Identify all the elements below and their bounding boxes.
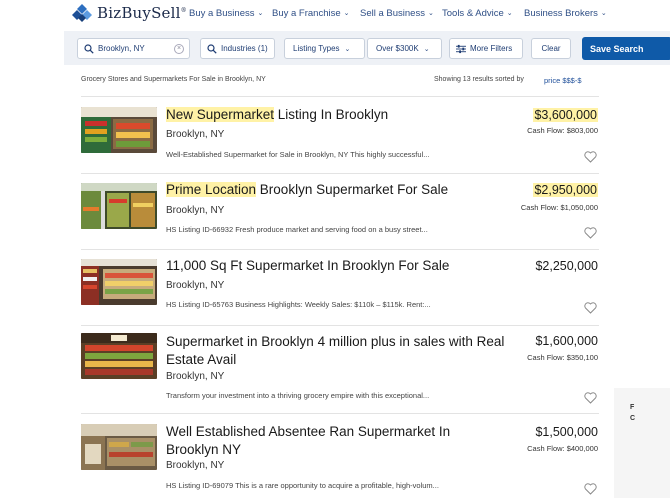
heart-icon[interactable]: [584, 226, 597, 239]
listing-thumbnail[interactable]: [81, 259, 157, 305]
title-text: Listing In Brooklyn: [274, 107, 389, 122]
nav-buy-a-business[interactable]: Buy a Business ⌄: [189, 8, 263, 19]
heart-icon[interactable]: [584, 391, 597, 404]
listing-location: Brooklyn, NY: [166, 205, 225, 216]
title-highlight: Prime Location: [166, 182, 257, 197]
listing-thumbnail[interactable]: [81, 107, 157, 153]
listing-price: $3,600,000: [533, 108, 598, 122]
title-text: Well Established Absentee Ran Supermarke…: [166, 424, 451, 457]
title-text: Supermarket in Brooklyn 4 million plus i…: [166, 334, 505, 367]
listing-description: HS Listing ID-65763 Business Highlights:…: [166, 300, 431, 309]
listing-thumbnail[interactable]: [81, 333, 157, 379]
listing-title[interactable]: New Supermarket Listing In Brooklyn: [166, 106, 516, 124]
save-search-label: Save Search: [590, 43, 644, 54]
listing-card[interactable]: Prime Location Brooklyn Supermarket For …: [81, 173, 599, 250]
location-value: Brooklyn, NY: [98, 44, 145, 53]
listing-price: $2,250,000: [535, 259, 598, 273]
sort-dropdown[interactable]: price $$$-$: [544, 76, 582, 85]
nav-business-brokers[interactable]: Business Brokers ⌄: [524, 8, 607, 19]
listing-thumbnail[interactable]: [81, 424, 157, 470]
save-search-button[interactable]: Save Search: [582, 37, 670, 60]
listing-card[interactable]: Well Established Absentee Ran Supermarke…: [81, 414, 599, 498]
nav-item-label: Business Brokers: [524, 8, 598, 19]
clear-icon[interactable]: ×: [174, 44, 184, 54]
chevron-down-icon: ⌄: [344, 45, 351, 53]
nav-buy-a-franchise[interactable]: Buy a Franchise ⌄: [272, 8, 350, 19]
listing-cash-flow: Cash Flow: $1,050,000: [520, 203, 598, 212]
heart-icon[interactable]: [584, 482, 597, 495]
listing-location: Brooklyn, NY: [166, 280, 225, 291]
listing-types-label: Listing Types: [293, 44, 340, 53]
breadcrumb: Grocery Stores and Supermarkets For Sale…: [81, 76, 266, 83]
search-icon: [207, 43, 217, 54]
nav-tools-and-advice[interactable]: Tools & Advice ⌄: [442, 8, 513, 19]
chevron-down-icon: ⌄: [506, 10, 513, 17]
heart-icon[interactable]: [584, 301, 597, 314]
bizbuysell-logo-icon: [72, 3, 92, 23]
brand-logo[interactable]: BizBuySell®: [72, 3, 187, 23]
listing-location: Brooklyn, NY: [166, 460, 225, 471]
search-icon: [84, 43, 94, 54]
side-text-fragment: C: [630, 415, 636, 422]
chevron-down-icon: ⌄: [343, 10, 350, 17]
more-filters-label: More Filters: [470, 44, 513, 53]
title-text: 11,000 Sq Ft Supermarket In Brooklyn For…: [166, 258, 450, 273]
price-label: Over $300K: [376, 44, 419, 53]
nav-sell-a-business[interactable]: Sell a Business ⌄: [360, 8, 434, 19]
top-navigation: BizBuySell® Buy a Business ⌄ Buy a Franch…: [0, 0, 670, 30]
listing-thumbnail[interactable]: [81, 183, 157, 229]
chevron-down-icon: ⌄: [600, 10, 607, 17]
heart-icon[interactable]: [584, 150, 597, 163]
clear-button[interactable]: Clear: [531, 38, 571, 59]
listing-cash-flow: Cash Flow: $350,100: [527, 353, 598, 362]
listing-description: HS Listing ID-66932 Fresh produce market…: [166, 225, 428, 234]
nav-item-label: Buy a Business: [189, 8, 255, 19]
industries-label: Industries (1): [221, 44, 268, 53]
industries-filter[interactable]: Industries (1): [200, 38, 275, 59]
listing-title[interactable]: Supermarket in Brooklyn 4 million plus i…: [166, 333, 511, 369]
listing-title[interactable]: Well Established Absentee Ran Supermarke…: [166, 423, 496, 459]
nav-item-label: Sell a Business: [360, 8, 425, 19]
listing-location: Brooklyn, NY: [166, 371, 225, 382]
chevron-down-icon: ⌄: [427, 10, 434, 17]
side-text-fragment: F: [630, 404, 635, 411]
listing-description: HS Listing ID-69079 This is a rare oppor…: [166, 481, 439, 490]
side-panel: [614, 388, 670, 498]
listing-location: Brooklyn, NY: [166, 129, 225, 140]
nav-item-label: Tools & Advice: [442, 8, 504, 19]
listing-cash-flow: Cash Flow: $803,000: [527, 126, 598, 135]
title-text: Brooklyn Supermarket For Sale: [256, 182, 449, 197]
title-highlight: New Supermarket: [166, 107, 275, 122]
listing-price: $1,500,000: [535, 425, 598, 439]
location-search-input[interactable]: Brooklyn, NY ×: [77, 38, 190, 59]
brand-name: BizBuySell: [97, 4, 181, 22]
listing-card[interactable]: New Supermarket Listing In Brooklyn Broo…: [81, 97, 599, 174]
chevron-down-icon: ⌄: [257, 10, 264, 17]
listing-card[interactable]: 11,000 Sq Ft Supermarket In Brooklyn For…: [81, 249, 599, 326]
results-count: Showing 13 results sorted by: [434, 76, 524, 83]
listing-cash-flow: Cash Flow: $400,000: [527, 444, 598, 453]
chevron-down-icon: ⌄: [423, 45, 430, 53]
listing-description: Well-Established Supermarket for Sale in…: [166, 150, 430, 159]
listing-types-dropdown[interactable]: Listing Types ⌄: [284, 38, 365, 59]
listing-card[interactable]: Supermarket in Brooklyn 4 million plus i…: [81, 325, 599, 414]
listing-title[interactable]: 11,000 Sq Ft Supermarket In Brooklyn For…: [166, 257, 516, 275]
nav-item-label: Buy a Franchise: [272, 8, 341, 19]
clear-label: Clear: [541, 44, 561, 53]
listing-price: $1,600,000: [535, 334, 598, 348]
listing-description: Transform your investment into a thrivin…: [166, 391, 430, 400]
sliders-icon: [456, 44, 466, 54]
listing-price: $2,950,000: [533, 183, 598, 197]
price-dropdown[interactable]: Over $300K ⌄: [367, 38, 442, 59]
listing-title[interactable]: Prime Location Brooklyn Supermarket For …: [166, 181, 516, 199]
more-filters-button[interactable]: More Filters: [449, 38, 523, 59]
brand-registered-mark: ®: [180, 7, 187, 14]
